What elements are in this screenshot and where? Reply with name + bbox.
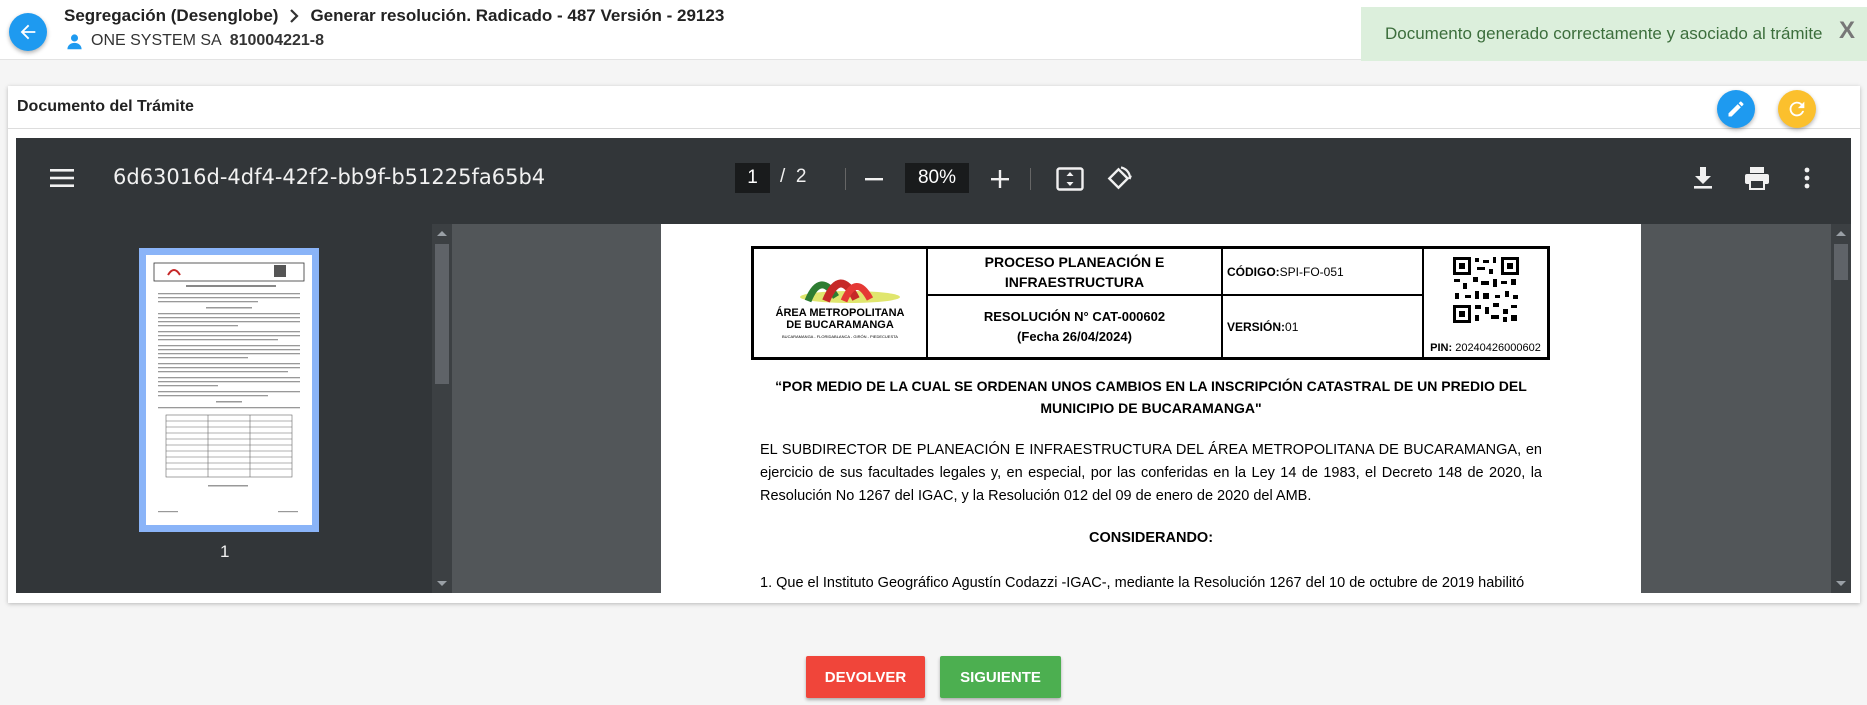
- code-value: SPI-FO-051: [1279, 264, 1344, 279]
- document-header-table: ÁREA METROPOLITANA DE BUCARAMANGA BUCARA…: [751, 246, 1550, 360]
- more-options-icon[interactable]: [1803, 167, 1811, 194]
- pdf-viewer: 6d63016d-4df4-42f2-bb9f-b51225fa65b4 1 /…: [16, 138, 1851, 593]
- document-card: Documento del Trámite 6d63016d-4df4-42f2…: [8, 86, 1860, 603]
- resolution-cell: RESOLUCIÓN N° CAT-000602 (Fecha 26/04/20…: [927, 295, 1222, 358]
- pdf-page: ÁREA METROPOLITANA DE BUCARAMANGA BUCARA…: [661, 224, 1641, 593]
- logo-name-line-2: DE BUCARAMANGA: [786, 319, 894, 331]
- company-info: ONE SYSTEM SA 810004221-8: [66, 32, 324, 50]
- thumbnail-preview: [146, 255, 312, 525]
- version-cell: VERSIÓN: 01: [1222, 295, 1423, 358]
- edit-button[interactable]: [1717, 90, 1755, 128]
- logo-cell: ÁREA METROPOLITANA DE BUCARAMANGA BUCARA…: [753, 248, 927, 358]
- process-cell: PROCESO PLANEACIÓN E INFRAESTRUCTURA: [927, 248, 1222, 295]
- version-label: VERSIÓN:: [1227, 319, 1286, 334]
- toolbar-separator: [845, 168, 846, 190]
- thumbnail-pane: 1: [16, 224, 452, 593]
- rotate-icon[interactable]: [1105, 165, 1133, 198]
- resolution-number: RESOLUCIÓN N° CAT-000602: [983, 308, 1166, 324]
- logo-name-line-1: ÁREA METROPOLITANA: [775, 307, 905, 319]
- print-icon[interactable]: [1744, 166, 1770, 195]
- scrollbar-thumb[interactable]: [435, 244, 449, 384]
- breadcrumb: Segregación (Desenglobe) Generar resoluc…: [64, 6, 724, 26]
- code-label: CÓDIGO:: [1227, 264, 1280, 279]
- version-value: 01: [1285, 319, 1299, 334]
- zoom-input[interactable]: 80%: [905, 163, 969, 193]
- pencil-icon: [1728, 101, 1744, 117]
- pin-row: PIN: 20240426000602: [1424, 342, 1547, 354]
- company-name: ONE SYSTEM SA: [91, 32, 222, 49]
- document-item: 1. Que el Instituto Geográfico Agustín C…: [760, 575, 1525, 591]
- amb-logo: [800, 279, 900, 303]
- document-paragraph: EL SUBDIRECTOR DE PLANEACIÓN E INFRAESTR…: [760, 442, 1542, 504]
- thumbnail-scrollbar[interactable]: [432, 224, 452, 593]
- success-toast: Documento generado correctamente y asoci…: [1361, 7, 1867, 61]
- toast-close-button[interactable]: X: [1839, 17, 1855, 45]
- card-title: Documento del Trámite: [17, 98, 194, 115]
- qr-cell: PIN: 20240426000602: [1423, 248, 1548, 358]
- pin-value: 20240426000602: [1455, 342, 1541, 354]
- page-separator: /: [780, 166, 786, 187]
- toast-message: Documento generado correctamente y asoci…: [1385, 24, 1823, 43]
- scroll-up-icon[interactable]: [1831, 224, 1851, 242]
- breadcrumb-parent[interactable]: Segregación (Desenglobe): [64, 6, 278, 26]
- document-pane: ÁREA METROPOLITANA DE BUCARAMANGA BUCARA…: [472, 224, 1851, 593]
- thumbnail-page-number: 1: [220, 542, 230, 561]
- resolution-date: (Fecha 26/04/2024): [1017, 328, 1132, 344]
- devolver-button[interactable]: DEVOLVER: [806, 656, 925, 698]
- fit-page-icon[interactable]: [1056, 167, 1084, 196]
- person-icon: [67, 33, 82, 49]
- total-pages: 2: [795, 166, 807, 187]
- scroll-down-icon[interactable]: [1831, 575, 1851, 593]
- back-button[interactable]: [9, 13, 47, 51]
- toolbar-separator: [1030, 168, 1031, 190]
- scrollbar-thumb[interactable]: [1834, 244, 1848, 280]
- page-number-input[interactable]: 1: [735, 163, 770, 193]
- company-nit: 810004221-8: [229, 32, 325, 49]
- document-scrollbar[interactable]: [1831, 224, 1851, 593]
- chevron-right-icon: [290, 9, 299, 23]
- viewer-file-name: 6d63016d-4df4-42f2-bb9f-b51225fa65b4: [113, 165, 546, 189]
- arrow-left-icon: [20, 24, 36, 40]
- page-thumbnail[interactable]: [139, 248, 319, 532]
- document-title: “POR MEDIO DE LA CUAL SE ORDENAN UNOS CA…: [775, 378, 1527, 416]
- logo-subtitle: BUCARAMANGA - FLORIDABLANCA - GIRÓN - PI…: [782, 334, 898, 339]
- siguiente-button[interactable]: SIGUIENTE: [940, 656, 1061, 698]
- page-count: / 2: [780, 166, 806, 188]
- viewer-toolbar: 6d63016d-4df4-42f2-bb9f-b51225fa65b4 1 /…: [16, 138, 1851, 224]
- code-cell: CÓDIGO: SPI-FO-051: [1222, 248, 1423, 295]
- download-icon[interactable]: [1692, 166, 1714, 195]
- card-divider: [8, 128, 1860, 129]
- document-heading: CONSIDERANDO:: [1088, 530, 1214, 546]
- pin-label: PIN:: [1430, 342, 1453, 354]
- refresh-button[interactable]: [1778, 90, 1816, 128]
- scroll-down-icon[interactable]: [432, 575, 452, 593]
- qr-code-icon: [1450, 255, 1521, 325]
- refresh-icon: [1789, 101, 1805, 117]
- zoom-in-icon[interactable]: [990, 169, 1010, 194]
- menu-icon[interactable]: [50, 168, 74, 193]
- scroll-up-icon[interactable]: [432, 224, 452, 242]
- breadcrumb-current: Generar resolución. Radicado - 487 Versi…: [310, 6, 725, 25]
- zoom-out-icon[interactable]: [864, 169, 884, 194]
